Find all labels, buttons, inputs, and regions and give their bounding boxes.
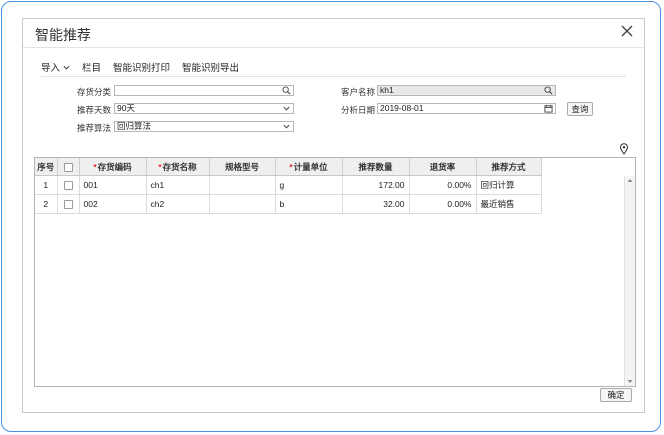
smart-recommend-dialog: 智能推荐 导入 栏目 智能识别打印 智能识别导出 存货分类 推荐天数 90天 推…: [22, 18, 645, 413]
table-row[interactable]: 1 001 ch1 g 172.00 0.00% 回归计算: [35, 175, 542, 195]
required-mark: *: [289, 161, 293, 172]
customer-field[interactable]: kh1: [377, 85, 556, 96]
import-menu[interactable]: 导入: [41, 60, 70, 74]
col-header-spec[interactable]: 规格型号: [209, 158, 276, 176]
import-label: 导入: [41, 63, 61, 74]
chevron-down-icon: [283, 106, 290, 111]
cell-unit[interactable]: b: [275, 194, 343, 214]
ok-button[interactable]: 确定: [600, 388, 632, 402]
cell-return-rate[interactable]: 0.00%: [409, 194, 477, 214]
category-label: 存货分类: [76, 87, 111, 97]
category-field[interactable]: [114, 85, 294, 96]
columns-button[interactable]: 栏目: [82, 60, 101, 74]
cell-qty[interactable]: 172.00: [342, 175, 410, 195]
search-icon[interactable]: [544, 86, 553, 95]
date-label: 分析日期: [340, 105, 375, 115]
cell-qty[interactable]: 32.00: [342, 194, 410, 214]
col-header-name-label: 存货名称: [162, 161, 197, 172]
calendar-icon[interactable]: [544, 104, 553, 113]
date-field[interactable]: 2019-08-01: [377, 103, 556, 114]
toolbar: 导入 栏目 智能识别打印 智能识别导出: [41, 60, 251, 74]
row-checkbox[interactable]: [63, 200, 73, 210]
smart-export-button[interactable]: 智能识别导出: [182, 60, 239, 74]
row-select[interactable]: [57, 175, 80, 195]
cell-return-rate[interactable]: 0.00%: [409, 175, 477, 195]
cell-code[interactable]: 001: [79, 175, 147, 195]
row-checkbox[interactable]: [63, 181, 73, 191]
col-header-code-label: 存货编码: [97, 161, 132, 172]
search-icon[interactable]: [282, 86, 291, 95]
cell-name[interactable]: ch1: [146, 175, 210, 195]
required-mark: *: [158, 161, 162, 172]
row-select[interactable]: [57, 194, 80, 214]
close-icon[interactable]: [620, 24, 634, 38]
col-header-unit[interactable]: *计量单位: [275, 158, 343, 176]
recommendation-table: 序号 *存货编码 *存货名称 规格型号 *计量单位 推荐数量 退货率 推荐方式 …: [34, 157, 636, 387]
date-value: 2019-08-01: [380, 103, 424, 113]
row-index: 2: [35, 194, 58, 214]
scroll-up-icon[interactable]: [627, 178, 633, 183]
cell-name[interactable]: ch2: [146, 194, 210, 214]
col-header-index: 序号: [35, 158, 58, 176]
dialog-title: 智能推荐: [35, 27, 91, 43]
days-label: 推荐天数: [76, 105, 111, 115]
select-all-checkbox[interactable]: [63, 162, 73, 172]
chevron-down-icon: [283, 124, 290, 129]
recommendation-table-body: 序号 *存货编码 *存货名称 规格型号 *计量单位 推荐数量 退货率 推荐方式 …: [35, 158, 542, 214]
chevron-down-icon: [63, 65, 70, 70]
col-header-code[interactable]: *存货编码: [79, 158, 147, 176]
cell-method[interactable]: 最近销售: [476, 194, 542, 214]
col-header-unit-label: 计量单位: [293, 161, 328, 172]
row-index: 1: [35, 175, 58, 195]
screenshot-frame: 智能推荐 导入 栏目 智能识别打印 智能识别导出 存货分类 推荐天数 90天 推…: [1, 1, 661, 432]
col-header-qty[interactable]: 推荐数量: [342, 158, 410, 176]
days-select[interactable]: 90天: [114, 103, 294, 114]
days-value: 90天: [117, 103, 135, 113]
customer-label: 客户名称: [340, 87, 375, 97]
col-header-select[interactable]: [57, 158, 80, 176]
table-header-row: 序号 *存货编码 *存货名称 规格型号 *计量单位 推荐数量 退货率 推荐方式: [35, 158, 542, 176]
smart-print-button[interactable]: 智能识别打印: [113, 60, 170, 74]
toolbar-divider: [41, 76, 626, 77]
algo-label: 推荐算法: [76, 123, 111, 133]
location-pin-icon[interactable]: [619, 143, 629, 155]
col-header-method[interactable]: 推荐方式: [476, 158, 542, 176]
query-button[interactable]: 查询: [567, 102, 593, 116]
customer-value: kh1: [380, 85, 394, 95]
table-row[interactable]: 2 002 ch2 b 32.00 0.00% 最近销售: [35, 194, 542, 214]
col-header-name[interactable]: *存货名称: [146, 158, 210, 176]
vertical-scrollbar[interactable]: [624, 176, 635, 386]
cell-method[interactable]: 回归计算: [476, 175, 542, 195]
required-mark: *: [93, 161, 97, 172]
cell-spec[interactable]: [209, 194, 276, 214]
algo-select[interactable]: 回归算法: [114, 121, 294, 132]
cell-code[interactable]: 002: [79, 194, 147, 214]
cell-unit[interactable]: g: [275, 175, 343, 195]
cell-spec[interactable]: [209, 175, 276, 195]
title-divider: [23, 47, 644, 48]
scroll-down-icon[interactable]: [627, 379, 633, 384]
algo-value: 回归算法: [117, 121, 152, 131]
col-header-return-rate[interactable]: 退货率: [409, 158, 477, 176]
